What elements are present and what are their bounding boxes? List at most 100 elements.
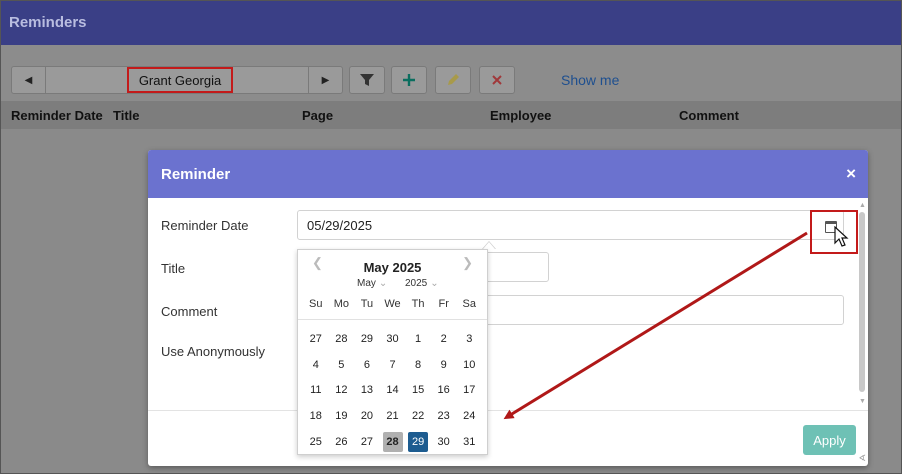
pencil-icon [448,74,459,85]
column-header-page[interactable]: Page [302,108,333,123]
calendar-day[interactable]: 28 [329,326,355,352]
calendar-day[interactable]: 21 [380,403,406,429]
calendar-day-number: 28 [382,431,403,452]
calendar-day-number: 4 [312,358,319,371]
calendar-day-number: 19 [335,409,348,422]
day-of-week: Su [309,298,323,310]
calendar-day[interactable]: 20 [354,403,380,429]
calendar-day-number: 14 [386,384,399,397]
show-me-link[interactable]: Show me [561,72,619,88]
apply-button[interactable]: Apply [803,425,856,455]
calendar-button[interactable] [810,210,858,254]
calendar-day[interactable]: 10 [456,352,482,378]
calendar-day[interactable]: 15 [405,377,431,403]
calendar-day[interactable]: 18 [303,403,329,429]
use-anonymously-label: Use Anonymously [161,344,266,359]
calendar-day-number: 30 [386,332,399,345]
calendar-day[interactable]: 17 [456,377,482,403]
calendar-day[interactable]: 11 [303,377,329,403]
column-header-title[interactable]: Title [113,108,140,123]
calendar-week: 25 26 27 28 29 30 31 [303,429,482,455]
next-employee-button[interactable]: ▶ [308,67,342,93]
add-button[interactable] [391,66,427,94]
calendar-day[interactable]: 3 [456,326,482,352]
grid-header: Reminder Date Title Page Employee Commen… [1,101,901,129]
month-select[interactable]: May ⌄ [357,278,387,289]
calendar-day[interactable]: 8 [405,352,431,378]
calendar-day[interactable]: 4 [303,352,329,378]
delete-button[interactable] [479,66,515,94]
filter-icon [360,74,374,86]
calendar-day-number: 8 [415,358,422,371]
calendar-day-number: 30 [437,435,450,448]
calendar-day[interactable]: 30 [380,326,406,352]
column-header-employee[interactable]: Employee [490,108,551,123]
calendar-day-grid: 27 28 29 30 1 2 3 4 5 6 7 8 9 10 11 12 1… [303,326,482,454]
calendar-day[interactable]: 7 [380,352,406,378]
calendar-day-number: 31 [463,435,476,448]
calendar-day[interactable]: 5 [329,352,355,378]
calendar-week: 18 19 20 21 22 23 24 [303,403,482,429]
month-select-value: May [357,278,376,289]
reminder-date-input[interactable]: 05/29/2025 [297,210,844,240]
triangle-right-icon: ▶ [321,74,330,86]
calendar-week: 27 28 29 30 1 2 3 [303,326,482,352]
calendar-day[interactable]: 25 [303,429,329,455]
calendar-day[interactable]: 30 [431,429,457,455]
dialog-header: Reminder × [148,150,868,198]
calendar-day-number: 11 [310,384,322,397]
calendar-day[interactable]: 19 [329,403,355,429]
calendar-day[interactable]: 14 [380,377,406,403]
employee-name[interactable]: Grant Georgia [127,67,233,93]
calendar-day-number: 28 [335,332,348,345]
calendar-day-number: 22 [411,409,425,422]
calendar-day[interactable]: 1 [405,326,431,352]
calendar-day[interactable]: 27 [303,326,329,352]
scrollbar-thumb[interactable] [859,212,865,392]
calendar-day-number: 2 [440,332,447,345]
title-label: Title [161,261,186,276]
calendar-day-number: 21 [386,409,399,422]
calendar-day[interactable]: 31 [456,429,482,455]
comment-label: Comment [161,304,218,319]
calendar-day[interactable]: 13 [354,377,380,403]
calendar-day-number: 9 [440,358,447,371]
calendar-day[interactable]: 16 [431,377,457,403]
date-picker-popup: ❮ ❯ May 2025 May ⌄ 2025 ⌄ Su Mo Tu We Th F… [297,249,488,455]
app-title: Reminders [9,14,87,31]
column-header-reminder-date[interactable]: Reminder Date [11,108,103,123]
scroll-up-icon[interactable]: ▲ [859,202,866,209]
calendar-day[interactable]: 22 [405,403,431,429]
close-icon[interactable]: × [846,164,856,184]
calendar-day-selected[interactable]: 29 [405,429,431,455]
dialog-footer-divider [148,410,868,411]
calendar-day[interactable]: 24 [456,403,482,429]
dialog-scrollbar[interactable]: ▲ ▼ [857,202,868,410]
calendar-day[interactable]: 12 [329,377,355,403]
calendar-day-number: 16 [437,384,450,397]
edit-button[interactable] [435,66,471,94]
calendar-day[interactable]: 6 [354,352,380,378]
previous-employee-button[interactable]: ◀ [12,67,46,93]
mouse-cursor-icon [834,226,849,247]
calendar-day-number: 18 [309,409,322,422]
column-header-comment[interactable]: Comment [679,108,739,123]
calendar-day[interactable]: 27 [354,429,380,455]
calendar-day-today[interactable]: 28 [380,429,406,455]
day-of-week: Tu [360,298,374,310]
scroll-down-icon[interactable]: ▼ [859,398,866,405]
resize-handle-icon[interactable]: ∢ [858,453,866,464]
calendar-day[interactable]: 29 [354,326,380,352]
calendar-day[interactable]: 23 [431,403,457,429]
calendar-day-number: 26 [335,435,348,448]
calendar-day[interactable]: 9 [431,352,457,378]
app-titlebar: Reminders [1,1,901,45]
calendar-day-number: 5 [338,358,345,371]
calendar-day[interactable]: 26 [329,429,355,455]
reminder-date-label: Reminder Date [161,218,249,233]
chevron-down-icon: ⌄ [378,278,388,289]
filter-button[interactable] [349,66,385,94]
calendar-day[interactable]: 2 [431,326,457,352]
year-select[interactable]: 2025 ⌄ [405,278,439,289]
day-of-week: We [384,298,401,310]
